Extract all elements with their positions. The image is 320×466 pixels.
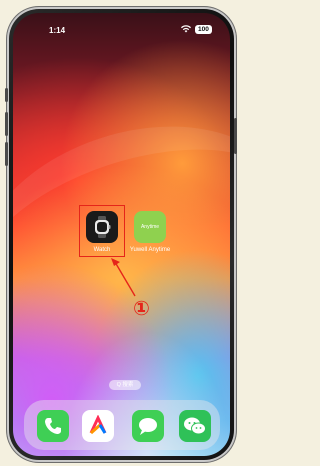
step-number: ① [133, 296, 150, 320]
yuwell-icon-text: Anytime [140, 224, 160, 230]
status-time: 1:14 [49, 26, 66, 35]
dock-app-phone[interactable] [37, 410, 69, 442]
dock-app-messages[interactable] [132, 410, 164, 442]
side-button-volume-down [5, 142, 8, 166]
dock-app-maps[interactable] [82, 410, 114, 442]
dock [24, 400, 220, 450]
side-button-mute [5, 88, 8, 102]
battery-indicator: 100 [195, 25, 212, 34]
dock-app-wechat[interactable] [179, 410, 211, 442]
highlight-box [79, 205, 125, 257]
yuwell-icon: Anytime [134, 211, 166, 243]
side-button-power [234, 118, 237, 154]
maps-icon [89, 415, 107, 435]
wechat-icon [184, 417, 206, 435]
pointer-arrow-icon [111, 258, 136, 297]
wifi-icon [181, 25, 191, 35]
device-frame-stage: 1:14 100 Watch Anytime Yuwell Anytime ① … [0, 0, 242, 466]
status-bar: 1:14 100 [13, 13, 230, 47]
spotlight-search-button[interactable]: Q 搜索 [109, 380, 141, 390]
side-button-volume-up [5, 112, 8, 136]
phone-icon [45, 418, 61, 434]
messages-icon [139, 418, 157, 435]
app-yuwell-anytime[interactable]: Anytime Yuwell Anytime [120, 211, 180, 253]
app-label-yuwell-anytime: Yuwell Anytime [129, 247, 171, 253]
